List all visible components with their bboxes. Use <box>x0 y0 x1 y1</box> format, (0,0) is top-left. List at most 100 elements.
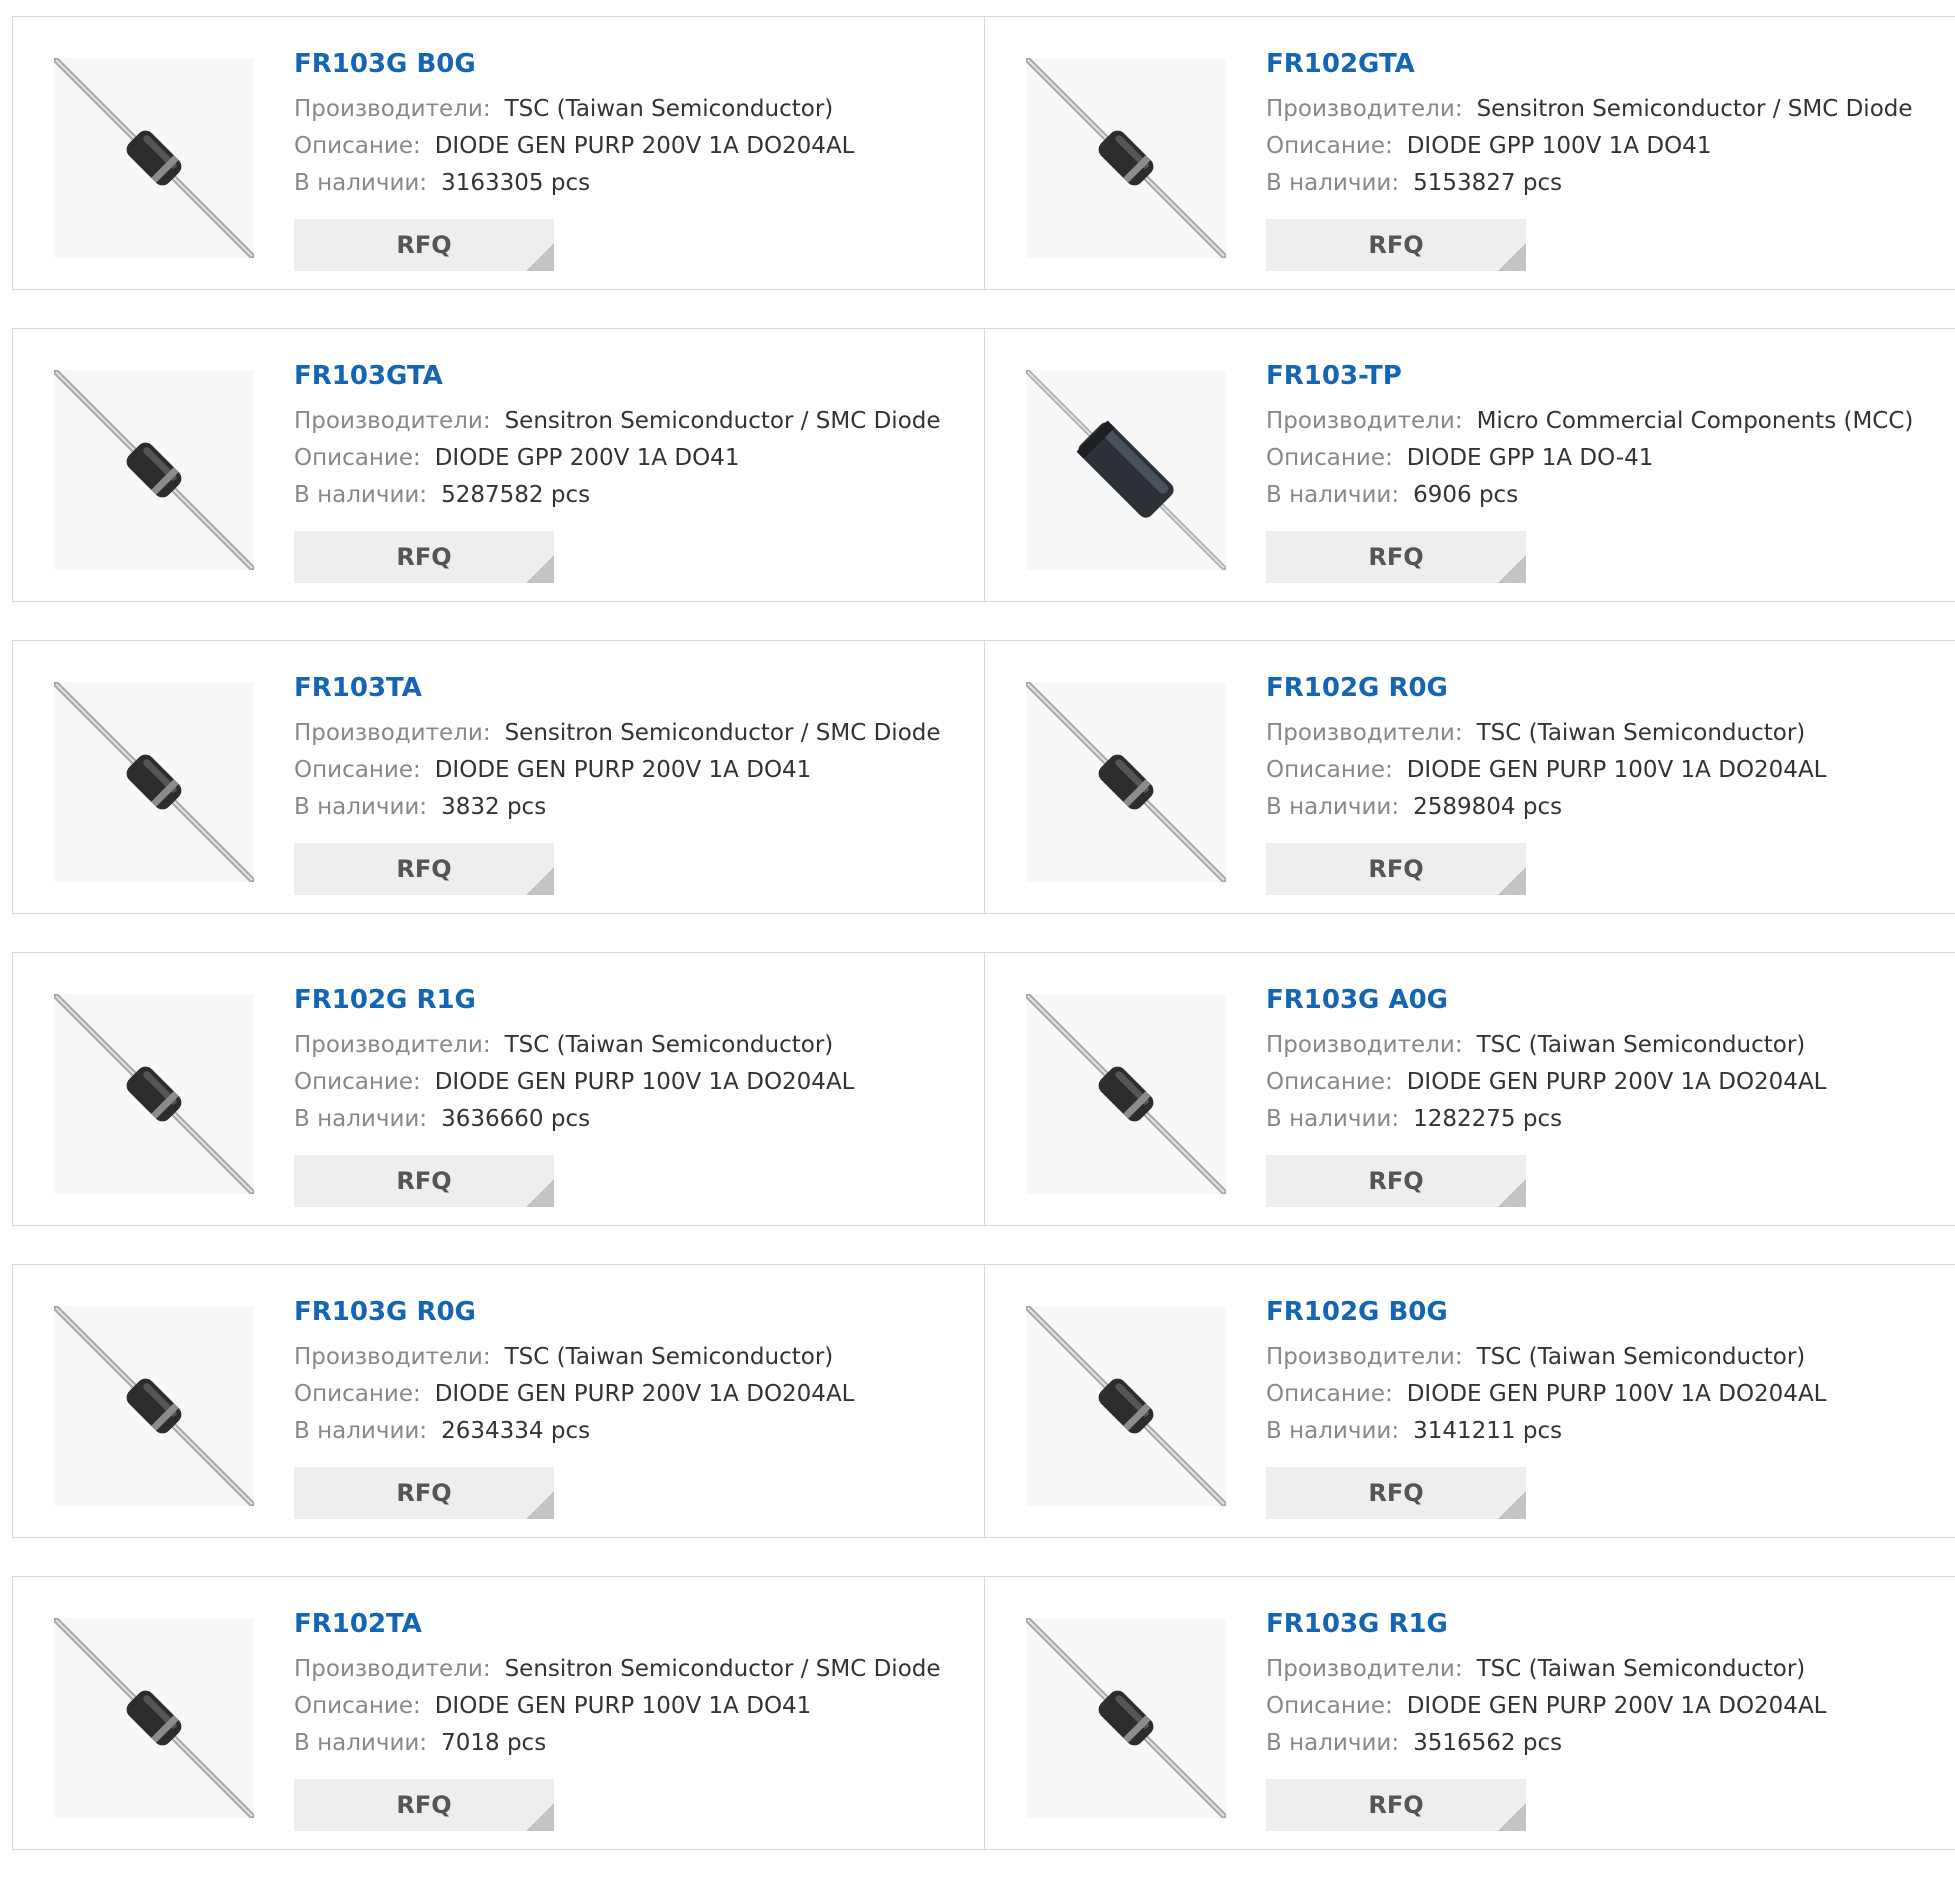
stock-row: В наличии: 3832 pcs <box>294 789 941 826</box>
product-title-link[interactable]: FR102G R1G <box>294 983 855 1017</box>
product-row: FR103TA Производители: Sensitron Semicond… <box>12 640 1955 914</box>
description-value: DIODE GEN PURP 200V 1A DO204AL <box>434 1381 855 1407</box>
product-title-link[interactable]: FR103GTA <box>294 359 941 393</box>
manufacturer-value: Sensitron Semiconductor / SMC Diode <box>1476 96 1913 122</box>
product-card: FR103TA Производители: Sensitron Semicond… <box>13 641 984 913</box>
stock-row: В наличии: 3516562 pcs <box>1266 1725 1827 1762</box>
stock-row: В наличии: 5153827 pcs <box>1266 165 1913 202</box>
description-row: Описание: DIODE GEN PURP 100V 1A DO204AL <box>1266 752 1827 789</box>
stock-label: В наличии: <box>294 1730 428 1756</box>
rfq-button[interactable]: RFQ <box>1266 1467 1526 1519</box>
rfq-button[interactable]: RFQ <box>294 1467 554 1519</box>
stock-value: 5287582 pcs <box>441 482 591 508</box>
product-info: FR103G R0G Производители: TSC (Taiwan Sem… <box>294 1295 855 1450</box>
diode-axial-icon <box>54 994 254 1194</box>
product-info: FR102GTA Производители: Sensitron Semicon… <box>1266 47 1913 202</box>
product-image[interactable] <box>1026 58 1226 258</box>
stock-label: В наличии: <box>294 482 428 508</box>
manufacturer-label: Производители: <box>1266 1656 1463 1682</box>
manufacturer-row: Производители: TSC (Taiwan Semiconductor) <box>294 1027 855 1064</box>
product-card: FR102G R0G Производители: TSC (Taiwan Sem… <box>984 641 1955 913</box>
corner-triangle-icon <box>526 243 554 271</box>
corner-triangle-icon <box>526 1179 554 1207</box>
product-title-link[interactable]: FR102G R0G <box>1266 671 1827 705</box>
product-image[interactable] <box>54 682 254 882</box>
product-info: FR103G B0G Производители: TSC (Taiwan Sem… <box>294 47 855 202</box>
description-value: DIODE GEN PURP 100V 1A DO204AL <box>1406 1381 1827 1407</box>
manufacturer-value: TSC (Taiwan Semiconductor) <box>504 96 834 122</box>
product-image[interactable] <box>54 1306 254 1506</box>
manufacturer-label: Производители: <box>294 408 491 434</box>
product-image[interactable] <box>1026 1618 1226 1818</box>
product-title-link[interactable]: FR103G R1G <box>1266 1607 1827 1641</box>
rfq-button[interactable]: RFQ <box>1266 531 1526 583</box>
description-label: Описание: <box>294 1069 421 1095</box>
product-card: FR103G B0G Производители: TSC (Taiwan Sem… <box>13 17 984 289</box>
product-info: FR102TA Производители: Sensitron Semicond… <box>294 1607 941 1762</box>
diode-axial-icon <box>54 1306 254 1506</box>
rfq-label: RFQ <box>396 1167 452 1195</box>
product-image[interactable] <box>54 58 254 258</box>
stock-value: 3141211 pcs <box>1413 1418 1563 1444</box>
description-value: DIODE GPP 1A DO-41 <box>1406 445 1654 471</box>
rfq-button[interactable]: RFQ <box>1266 1779 1526 1831</box>
rfq-button[interactable]: RFQ <box>1266 843 1526 895</box>
stock-value: 2589804 pcs <box>1413 794 1563 820</box>
description-row: Описание: DIODE GEN PURP 200V 1A DO41 <box>294 752 941 789</box>
rfq-button[interactable]: RFQ <box>1266 1155 1526 1207</box>
description-row: Описание: DIODE GEN PURP 100V 1A DO41 <box>294 1688 941 1725</box>
rfq-button[interactable]: RFQ <box>294 531 554 583</box>
stock-row: В наличии: 3141211 pcs <box>1266 1413 1827 1450</box>
description-value: DIODE GEN PURP 200V 1A DO204AL <box>1406 1069 1827 1095</box>
manufacturer-value: Sensitron Semiconductor / SMC Diode <box>504 720 941 746</box>
rfq-button[interactable]: RFQ <box>294 843 554 895</box>
description-label: Описание: <box>1266 1069 1393 1095</box>
rfq-button[interactable]: RFQ <box>294 1779 554 1831</box>
product-title-link[interactable]: FR102TA <box>294 1607 941 1641</box>
description-row: Описание: DIODE GPP 200V 1A DO41 <box>294 440 941 477</box>
product-title-link[interactable]: FR103G R0G <box>294 1295 855 1329</box>
manufacturer-label: Производители: <box>1266 720 1463 746</box>
manufacturer-row: Производители: Sensitron Semiconductor / … <box>294 715 941 752</box>
corner-triangle-icon <box>1498 867 1526 895</box>
manufacturer-label: Производители: <box>1266 1344 1463 1370</box>
rfq-button[interactable]: RFQ <box>294 219 554 271</box>
rfq-button[interactable]: RFQ <box>1266 219 1526 271</box>
stock-row: В наличии: 2634334 pcs <box>294 1413 855 1450</box>
rfq-label: RFQ <box>1368 1167 1424 1195</box>
product-image[interactable] <box>1026 370 1226 570</box>
stock-label: В наличии: <box>1266 170 1400 196</box>
product-title-link[interactable]: FR103G B0G <box>294 47 855 81</box>
product-row: FR102G R1G Производители: TSC (Taiwan Sem… <box>12 952 1955 1226</box>
diode-axial-icon <box>1026 1306 1226 1506</box>
product-image[interactable] <box>54 994 254 1194</box>
product-title-link[interactable]: FR103-TP <box>1266 359 1913 393</box>
product-info: FR102G B0G Производители: TSC (Taiwan Sem… <box>1266 1295 1827 1450</box>
manufacturer-value: TSC (Taiwan Semiconductor) <box>504 1032 834 1058</box>
product-grid: FR103G B0G Производители: TSC (Taiwan Sem… <box>12 16 1955 1888</box>
manufacturer-value: TSC (Taiwan Semiconductor) <box>1476 1344 1806 1370</box>
manufacturer-label: Производители: <box>294 720 491 746</box>
product-title-link[interactable]: FR102GTA <box>1266 47 1913 81</box>
corner-triangle-icon <box>526 1803 554 1831</box>
product-image[interactable] <box>1026 682 1226 882</box>
description-label: Описание: <box>1266 445 1393 471</box>
manufacturer-label: Производители: <box>294 1656 491 1682</box>
product-image[interactable] <box>1026 1306 1226 1506</box>
corner-triangle-icon <box>1498 243 1526 271</box>
product-info: FR103G A0G Производители: TSC (Taiwan Sem… <box>1266 983 1827 1138</box>
product-title-link[interactable]: FR102G B0G <box>1266 1295 1827 1329</box>
stock-row: В наличии: 5287582 pcs <box>294 477 941 514</box>
rfq-label: RFQ <box>1368 1479 1424 1507</box>
product-title-link[interactable]: FR103TA <box>294 671 941 705</box>
product-image[interactable] <box>1026 994 1226 1194</box>
product-image[interactable] <box>54 370 254 570</box>
diode-axial-icon <box>54 370 254 570</box>
product-title-link[interactable]: FR103G A0G <box>1266 983 1827 1017</box>
rfq-button[interactable]: RFQ <box>294 1155 554 1207</box>
manufacturer-row: Производители: TSC (Taiwan Semiconductor) <box>1266 1651 1827 1688</box>
manufacturer-row: Производители: Micro Commercial Component… <box>1266 403 1913 440</box>
product-image[interactable] <box>54 1618 254 1818</box>
corner-triangle-icon <box>1498 555 1526 583</box>
diode-large-icon <box>1026 370 1226 570</box>
